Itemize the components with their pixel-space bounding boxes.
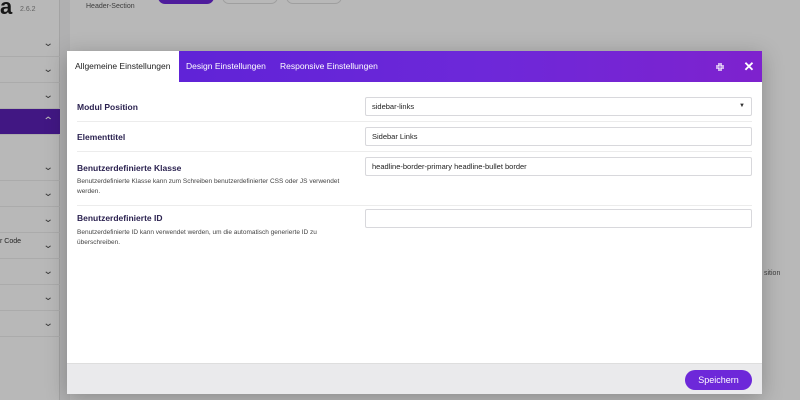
modal-header: Allgemeine Einstellungen Design Einstell… [67,51,762,82]
title-input[interactable]: Sidebar Links [365,127,752,146]
position-select-value: sidebar-links [372,102,415,111]
collapse-icon[interactable] [712,51,728,82]
close-icon[interactable]: ✕ [741,51,757,82]
position-label: Modul Position [77,102,138,112]
modal-body: Modul Position sidebar-links ▼ Elementti… [67,82,762,363]
custom-id-help: Benutzerdefinierte ID kann verwendet wer… [77,229,317,246]
settings-modal: Allgemeine Einstellungen Design Einstell… [67,51,762,394]
title-label: Elementtitel [77,132,126,142]
modal-footer: Speichern [67,363,762,394]
form-row-position: Modul Position sidebar-links ▼ [77,92,752,122]
css-class-input[interactable]: headline-border-primary headline-bullet … [365,157,752,176]
form-row-custom-id: Benutzerdefinierte ID Benutzerdefinierte… [77,206,752,266]
save-button[interactable]: Speichern [685,370,752,390]
position-select[interactable]: sidebar-links ▼ [365,97,752,116]
form-row-css-class: Benutzerdefinierte Klasse Benutzerdefini… [77,152,752,206]
form-row-title: Elementtitel Sidebar Links [77,122,752,152]
tab-responsive-settings[interactable]: Responsive Einstellungen [280,51,378,82]
tab-general-settings[interactable]: Allgemeine Einstellungen [67,51,179,82]
tab-design-settings[interactable]: Design Einstellungen [186,51,266,82]
custom-id-input[interactable] [365,209,752,228]
css-class-label: Benutzerdefinierte Klasse [77,163,182,173]
caret-down-icon: ▼ [739,103,745,109]
custom-id-label: Benutzerdefinierte ID [77,213,163,223]
css-class-help: Benutzerdefinierte Klasse kann zum Schre… [77,178,340,195]
